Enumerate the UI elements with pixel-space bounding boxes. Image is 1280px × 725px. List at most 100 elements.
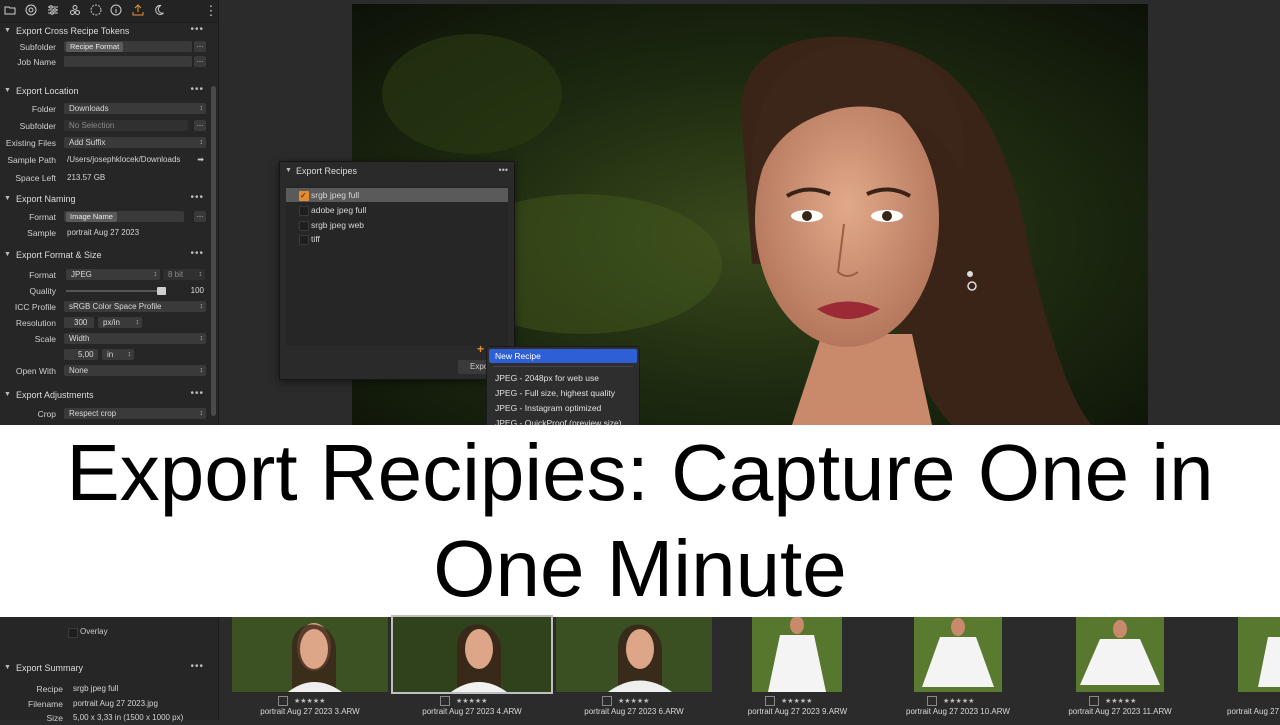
more-icon[interactable]: •••	[190, 22, 204, 38]
section-export-naming[interactable]: ▼ Export Naming •••	[0, 191, 210, 207]
more-icon[interactable]: •••	[190, 190, 204, 206]
thumbnail-rating[interactable]: ★★★★★	[278, 696, 325, 706]
file-format-select[interactable]: JPEG	[66, 269, 160, 280]
menu-item-new-recipe[interactable]: New Recipe	[489, 349, 637, 363]
quality-row: Quality 100	[0, 284, 210, 298]
recipe-item[interactable]: srgb jpeg web	[286, 218, 508, 232]
thumbnail-image[interactable]	[914, 617, 1002, 692]
jobname-field[interactable]	[64, 56, 192, 67]
star-rating[interactable]: ★★★★★	[618, 698, 649, 705]
token-menu-button[interactable]: ...	[194, 41, 206, 52]
more-icon[interactable]: •••	[190, 82, 204, 98]
more-icon[interactable]: •••	[190, 659, 204, 675]
star-rating[interactable]: ★★★★★	[1105, 698, 1136, 705]
thumbnail-checkbox[interactable]	[1089, 696, 1099, 706]
section-export-format-size[interactable]: ▼ Export Format & Size •••	[0, 247, 210, 263]
scale-row: Scale Width	[0, 332, 210, 346]
thumbnail-rating[interactable]: ★★★★★	[765, 696, 812, 706]
star-rating[interactable]: ★★★★★	[456, 698, 487, 705]
existing-files-select[interactable]: Add Suffix	[64, 137, 206, 148]
info-icon[interactable]	[109, 4, 123, 18]
add-recipe-icon[interactable]: +	[477, 342, 484, 356]
resolution-input[interactable]: 300	[64, 317, 94, 328]
token-menu-button[interactable]: ...	[194, 120, 206, 131]
token-chip[interactable]: Recipe Format	[66, 42, 124, 52]
export-icon[interactable]	[131, 4, 145, 18]
sample-path-row: Sample Path /Users/josephklocek/Download…	[0, 153, 210, 167]
menu-item-preset[interactable]: JPEG - Instagram optimized	[489, 401, 637, 415]
field-label: Format	[29, 212, 56, 222]
chevron-down-icon: ▼	[4, 391, 11, 398]
scale-select[interactable]: Width	[64, 333, 206, 344]
thumbnail-rating[interactable]: ★★★★★	[440, 696, 487, 706]
thumbnail-image[interactable]	[752, 617, 842, 692]
scale-amount-input[interactable]: 5,00	[64, 349, 98, 360]
panel-scrollbar[interactable]	[211, 86, 216, 416]
overlay-checkbox[interactable]	[68, 628, 78, 638]
section-cross-recipe-tokens[interactable]: ▼ Export Cross Recipe Tokens •••	[0, 23, 210, 39]
recipe-item[interactable]: adobe jpeg full	[286, 203, 508, 217]
quality-slider-handle[interactable]	[157, 287, 166, 295]
section-export-location[interactable]: ▼ Export Location •••	[0, 83, 210, 99]
token-chip[interactable]: Image Name	[66, 212, 117, 222]
section-export-adjustments[interactable]: ▼ Export Adjustments •••	[0, 387, 210, 403]
naming-format-row: Format Image Name ...	[0, 210, 210, 224]
section-export-summary[interactable]: ▼ Export Summary •••	[0, 660, 210, 676]
location-subfolder-field[interactable]: No Selection	[64, 120, 188, 131]
thumbnail-checkbox[interactable]	[440, 696, 450, 706]
recipe-checkbox[interactable]	[299, 206, 309, 216]
icc-profile-select[interactable]: sRGB Color Space Profile	[64, 301, 206, 312]
thumbnail-rating[interactable]: ★★★★★	[602, 696, 649, 706]
folder-select[interactable]: Downloads	[64, 103, 206, 114]
thumbnail-rating[interactable]: ★★★★★	[1089, 696, 1136, 706]
quality-slider-track[interactable]	[66, 290, 166, 292]
thumbnail-rating[interactable]: ★★★★★	[927, 696, 974, 706]
color-wheel-icon[interactable]	[89, 4, 103, 18]
field-label: ICC Profile	[14, 302, 56, 312]
thumbnail-image[interactable]	[232, 617, 388, 692]
token-menu-button[interactable]: ...	[194, 56, 206, 67]
thumbnail-checkbox[interactable]	[765, 696, 775, 706]
export-recipes-header[interactable]: ▼ Export Recipes •••	[280, 162, 514, 180]
recipe-checkbox[interactable]	[299, 221, 309, 231]
token-menu-button[interactable]: ...	[194, 211, 206, 222]
star-rating[interactable]: ★★★★★	[781, 698, 812, 705]
more-icon[interactable]: •••	[190, 386, 204, 402]
menu-item-preset[interactable]: JPEG - 2048px for web use	[489, 371, 637, 385]
open-with-select[interactable]: None	[64, 365, 206, 376]
recipe-item[interactable]: tiff	[286, 232, 508, 246]
thumbnail-image[interactable]	[391, 615, 553, 694]
cross-subfolder-field[interactable]: Recipe Format	[64, 41, 192, 52]
more-icon[interactable]: •••	[190, 246, 204, 262]
thumbnail-image[interactable]	[1076, 617, 1164, 692]
scale-unit-select[interactable]: in	[102, 349, 134, 360]
bit-depth-select[interactable]: 8 bit	[163, 269, 205, 280]
field-label: Size	[46, 713, 63, 723]
thumbnail-image[interactable]	[1238, 617, 1280, 692]
recipe-item[interactable]: srgb jpeg full	[286, 188, 508, 203]
sliders-icon[interactable]	[46, 4, 60, 18]
thumbnail-checkbox[interactable]	[927, 696, 937, 706]
crop-select[interactable]: Respect crop	[64, 408, 206, 419]
thumbnail-checkbox[interactable]	[602, 696, 612, 706]
section-title: Export Cross Recipe Tokens	[16, 26, 130, 36]
new-recipe-menu: New Recipe JPEG - 2048px for web use JPE…	[486, 346, 640, 428]
recipe-checkbox[interactable]	[299, 189, 309, 203]
menu-item-preset[interactable]: JPEG - Full size, highest quality	[489, 386, 637, 400]
thumbnail-image[interactable]	[556, 617, 712, 692]
layers-icon[interactable]	[68, 4, 82, 18]
thumbnail-checkbox[interactable]	[278, 696, 288, 706]
more-icon[interactable]: ⋮	[204, 4, 218, 18]
star-rating[interactable]: ★★★★★	[943, 698, 974, 705]
recipe-checkbox[interactable]	[299, 235, 309, 245]
star-rating[interactable]: ★★★★★	[294, 698, 325, 705]
reveal-arrow-icon[interactable]: ➡	[197, 153, 204, 167]
quality-value[interactable]: 100	[191, 284, 204, 298]
chevron-down-icon: ▼	[4, 195, 11, 202]
resolution-unit-select[interactable]: px/in	[98, 317, 142, 328]
more-icon[interactable]: •••	[499, 161, 508, 179]
moon-icon[interactable]	[152, 4, 166, 18]
naming-format-field[interactable]: Image Name	[64, 211, 184, 222]
camera-lens-icon[interactable]	[24, 4, 38, 18]
folder-icon[interactable]	[3, 4, 17, 18]
